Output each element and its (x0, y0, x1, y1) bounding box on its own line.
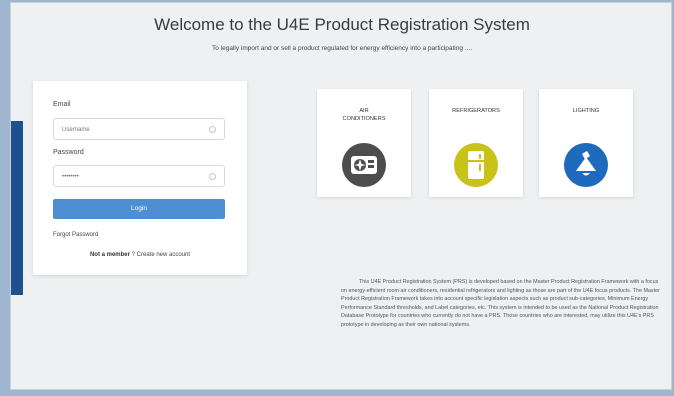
email-field-wrapper (53, 118, 225, 140)
lock-icon (209, 173, 216, 180)
password-field-wrapper (53, 165, 225, 187)
password-label: Password (53, 149, 84, 156)
login-card: Email Password Login Forgot Password Not… (33, 81, 247, 275)
page-subtitle: To legally import and or sell a product … (211, 45, 473, 52)
category-card-refrigerators[interactable]: REFRIGERATORS (429, 89, 523, 197)
create-account-link[interactable]: ? Create new account (132, 252, 190, 258)
category-card-air-conditioners[interactable]: AIR CONDITIONERS (317, 89, 411, 197)
air-conditioner-icon (342, 143, 386, 187)
user-icon (209, 126, 216, 133)
refrigerator-icon (454, 143, 498, 187)
signup-line: Not a member ? Create new account (33, 252, 247, 258)
category-card-lighting[interactable]: LIGHTING (539, 89, 633, 197)
category-label: LIGHTING (572, 108, 600, 114)
password-field[interactable] (62, 171, 202, 182)
system-description: This U4E Product Registration System (PR… (341, 279, 660, 328)
category-label: REFRIGERATORS (452, 108, 500, 114)
email-field[interactable] (62, 124, 202, 135)
page-title: Welcome to the U4E Product Registration … (154, 15, 530, 34)
lighting-icon (564, 143, 608, 187)
email-label: Email (53, 101, 71, 108)
category-label: AIR CONDITIONERS (342, 108, 386, 122)
forgot-password-link[interactable]: Forgot Password (53, 232, 98, 238)
app-window: Welcome to the U4E Product Registration … (10, 2, 672, 390)
not-member-text: Not a member (89, 252, 130, 258)
login-button[interactable]: Login (53, 199, 225, 219)
side-accent-bar (11, 121, 23, 295)
